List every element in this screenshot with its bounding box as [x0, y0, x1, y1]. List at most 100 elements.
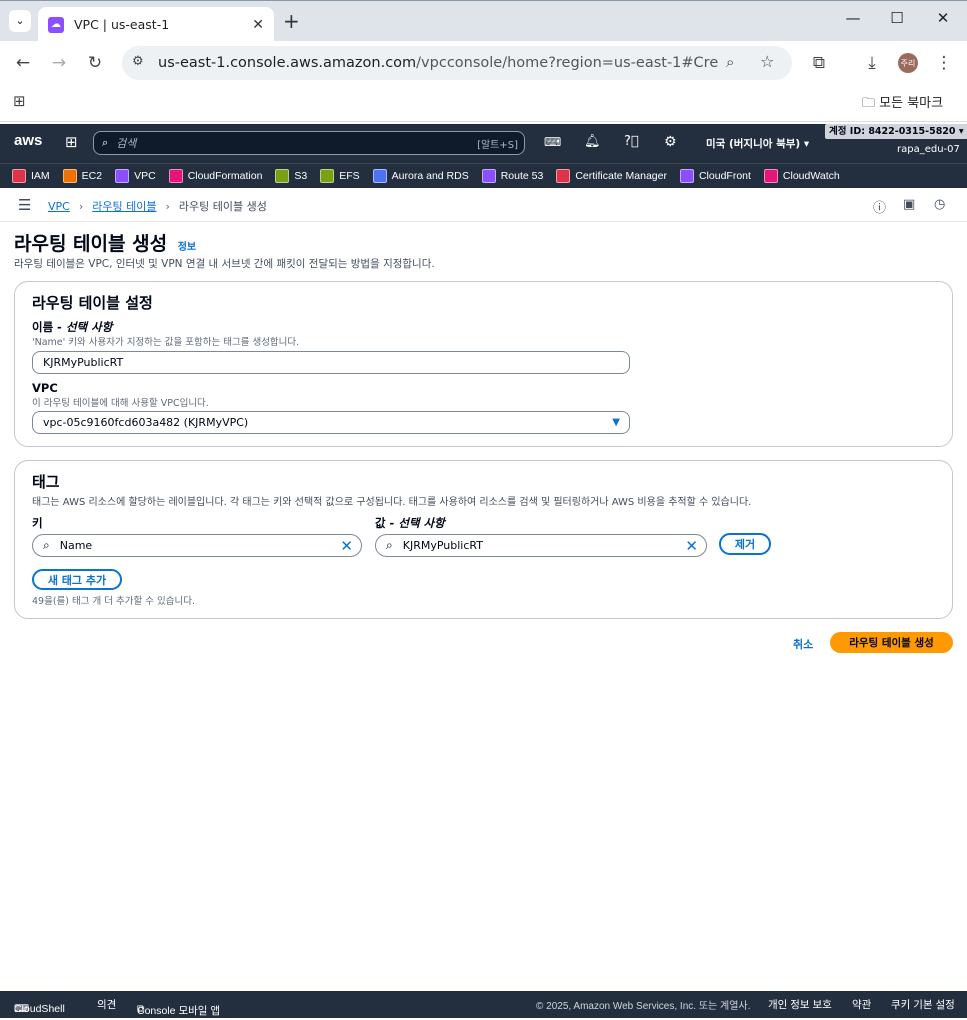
- notifications-bell-icon[interactable]: 🔔︎: [584, 134, 601, 149]
- maximize-icon[interactable]: ☐: [882, 9, 912, 27]
- tags-remaining-text: 49을(를) 태그 개 더 추가할 수 있습니다.: [32, 596, 195, 607]
- service-label: VPC: [134, 170, 156, 182]
- route-table-settings-panel: 라우팅 테이블 설정 이름 - 선택 사항 'Name' 키와 사용자가 지정하…: [14, 281, 953, 447]
- forward-icon[interactable]: →: [47, 53, 71, 73]
- feedback-panel-icon[interactable]: ▣: [903, 197, 915, 212]
- vpc-label: VPC: [32, 381, 58, 395]
- service-icon: [320, 169, 335, 183]
- name-label: 이름 - 선택 사항: [32, 320, 113, 334]
- service-icon: [763, 169, 778, 183]
- search-input[interactable]: ⌕ 검색 [알트+S]: [93, 131, 525, 155]
- privacy-link[interactable]: 개인 정보 보호: [768, 997, 832, 1012]
- tag-key-input[interactable]: ⌕ Name ✕: [32, 534, 362, 557]
- favorite-service-certificate-manager[interactable]: Certificate Manager: [556, 169, 667, 183]
- tags-panel: 태그 태그는 AWS 리소스에 할당하는 레이블입니다. 각 태그는 키와 선택…: [14, 460, 953, 619]
- tag-value-label: 값 - 선택 사항: [375, 516, 445, 530]
- chevron-right-icon: ›: [78, 199, 84, 213]
- service-icon: [62, 169, 77, 183]
- tags-heading: 태그: [32, 473, 60, 491]
- service-label: EFS: [339, 170, 360, 182]
- tab-list-button[interactable]: ⌄: [9, 10, 31, 32]
- page-title-text: 라우팅 테이블 생성: [14, 233, 168, 255]
- search-icon: ⌕: [102, 136, 109, 149]
- terms-link[interactable]: 약관: [852, 997, 871, 1012]
- zoom-icon[interactable]: ⌕: [726, 53, 734, 71]
- search-shortcut: [알트+S]: [477, 139, 518, 151]
- reload-icon[interactable]: ↻: [83, 53, 107, 73]
- name-input[interactable]: KJRMyPublicRT: [32, 351, 630, 374]
- favorite-service-route-53[interactable]: Route 53: [481, 169, 543, 183]
- service-icon: [679, 169, 694, 183]
- close-tab-icon[interactable]: ✕: [252, 17, 264, 33]
- account-user[interactable]: rapa_edu-07: [897, 144, 960, 155]
- settings-gear-icon[interactable]: ⚙: [664, 134, 677, 150]
- help-icon[interactable]: ?⃝: [624, 134, 639, 149]
- favorite-service-efs[interactable]: EFS: [320, 169, 360, 183]
- breadcrumb-vpc[interactable]: VPC: [48, 200, 70, 213]
- create-route-table-button[interactable]: 라우팅 테이블 생성: [830, 632, 953, 653]
- profile-avatar[interactable]: 주리: [898, 53, 918, 73]
- cancel-button[interactable]: 취소: [793, 636, 813, 652]
- service-label: CloudWatch: [782, 170, 840, 182]
- url-bar[interactable]: ⚙ us-east-1.console.aws.amazon.com/vpcco…: [122, 46, 792, 80]
- services-menu-icon[interactable]: ⊞: [65, 133, 78, 151]
- info-panel-icon[interactable]: ⓘ: [873, 197, 886, 216]
- site-info-icon[interactable]: ⚙: [132, 54, 144, 69]
- clear-key-icon[interactable]: ✕: [340, 537, 353, 555]
- breadcrumb-current: 라우팅 테이블 생성: [178, 200, 267, 213]
- cloudshell-icon[interactable]: ⌨: [544, 135, 561, 149]
- browser-tab[interactable]: ☁ VPC | us-east-1 ✕: [38, 7, 274, 42]
- side-nav-menu-icon[interactable]: ☰: [18, 196, 31, 214]
- all-bookmarks-label: 모든 북마크: [879, 96, 944, 111]
- tag-value-input[interactable]: ⌕ KJRMyPublicRT ✕: [375, 534, 707, 557]
- url-text: us-east-1.console.aws.amazon.com/vpccons…: [158, 55, 718, 71]
- aws-logo[interactable]: aws: [14, 132, 42, 149]
- aws-top-nav: aws ⊞ ⌕ 검색 [알트+S] ⌨ 🔔︎ ?⃝ ⚙ 미국 (버지니아 북부)…: [0, 124, 967, 163]
- favorite-service-cloudformation[interactable]: CloudFormation: [168, 169, 262, 183]
- vpc-description: 이 라우팅 테이블에 대해 사용할 VPC입니다.: [32, 398, 209, 409]
- service-label: IAM: [31, 170, 50, 182]
- all-bookmarks[interactable]: 🗀 모든 북마크: [862, 92, 943, 116]
- copyright-text: © 2025, Amazon Web Services, Inc. 또는 계열사…: [536, 1001, 751, 1012]
- extensions-icon[interactable]: ⧉: [807, 53, 831, 73]
- cookie-preferences-link[interactable]: 쿠키 기본 설정: [891, 997, 955, 1012]
- account-id-badge[interactable]: 계정 ID: 8422-0315-5820 ▾: [825, 124, 967, 139]
- apps-grid-icon[interactable]: ⊞: [13, 92, 26, 110]
- download-icon[interactable]: ⤓: [860, 53, 884, 73]
- clear-value-icon[interactable]: ✕: [685, 537, 698, 555]
- service-label: EC2: [81, 170, 103, 182]
- add-tag-button[interactable]: 새 태그 추가: [32, 569, 122, 590]
- service-icon: [168, 169, 183, 183]
- tab-title: VPC | us-east-1: [74, 17, 170, 32]
- browser-menu-icon[interactable]: ⋮: [932, 53, 956, 73]
- favorite-service-iam[interactable]: IAM: [12, 169, 50, 183]
- bookmarks-bar: ⊞ 🗀 모든 북마크: [0, 86, 967, 122]
- vpc-select[interactable]: vpc-05c9160fcd603a482 (KJRMyVPC) ▼: [32, 411, 630, 434]
- remove-tag-button[interactable]: 제거: [719, 533, 771, 555]
- favorite-service-aurora-and-rds[interactable]: Aurora and RDS: [372, 169, 469, 183]
- breadcrumb-route-tables[interactable]: 라우팅 테이블: [92, 198, 156, 214]
- service-label: Aurora and RDS: [391, 170, 469, 182]
- service-icon: [115, 169, 130, 183]
- minimize-icon[interactable]: —: [838, 9, 868, 27]
- favorites-bar: IAM EC2 VPC CloudFormation S3 EFS Aurora and R…: [0, 163, 967, 188]
- bookmark-star-icon[interactable]: ☆: [760, 52, 774, 71]
- service-label: CloudFront: [698, 170, 751, 182]
- browser-tab-bar: ⌄ ☁ VPC | us-east-1 ✕ + — ☐ ✕: [0, 0, 967, 42]
- new-tab-button[interactable]: +: [283, 9, 300, 33]
- close-window-icon[interactable]: ✕: [928, 9, 958, 27]
- region-selector[interactable]: 미국 (버지니아 북부) ▾: [706, 136, 809, 151]
- feedback-link[interactable]: 의견: [97, 997, 116, 1012]
- chevron-right-icon: ›: [165, 199, 170, 213]
- favorite-service-vpc[interactable]: VPC: [115, 169, 156, 183]
- service-icon: [372, 169, 387, 183]
- favorite-service-ec2[interactable]: EC2: [62, 169, 103, 183]
- favorite-service-s3[interactable]: S3: [275, 169, 307, 183]
- page-title: 라우팅 테이블 생성 정보: [14, 229, 196, 256]
- info-link[interactable]: 정보: [178, 242, 196, 253]
- favorite-service-cloudfront[interactable]: CloudFront: [679, 169, 751, 183]
- history-icon[interactable]: ◷: [934, 197, 945, 212]
- tags-description: 태그는 AWS 리소스에 할당하는 레이블입니다. 각 태그는 키와 선택적 값…: [32, 497, 752, 508]
- back-icon[interactable]: ←: [11, 53, 35, 73]
- favorite-service-cloudwatch[interactable]: CloudWatch: [763, 169, 840, 183]
